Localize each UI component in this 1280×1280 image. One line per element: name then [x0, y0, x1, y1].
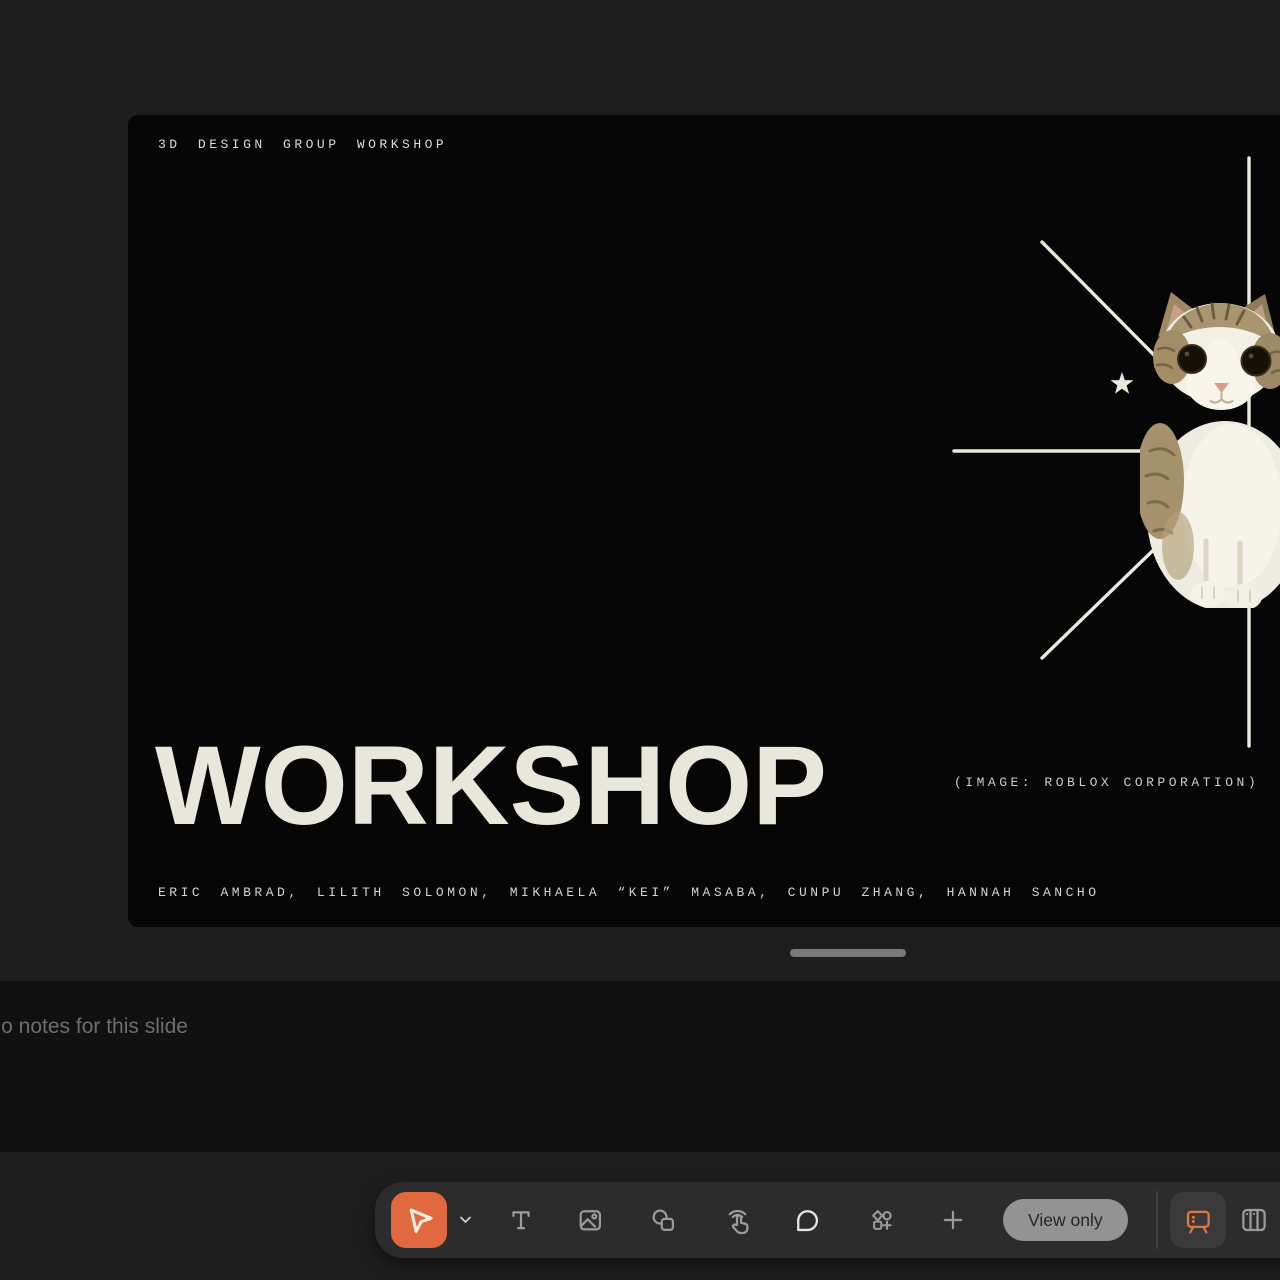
- text-tool-icon: [507, 1206, 535, 1234]
- widgets-icon: [868, 1206, 896, 1234]
- plus-icon: [939, 1206, 967, 1234]
- select-tool-button[interactable]: [391, 1192, 447, 1248]
- star-shape: [1111, 372, 1134, 394]
- image-credit: (IMAGE: ROBLOX CORPORATION): [954, 775, 1259, 790]
- comment-bubble-icon: [793, 1206, 821, 1234]
- image-icon: [576, 1206, 604, 1234]
- shapes-icon: [649, 1206, 677, 1234]
- speaker-notes-panel[interactable]: No notes for this slide: [0, 981, 1280, 1152]
- tool-options-button[interactable]: [453, 1204, 477, 1236]
- widgets-tool-button[interactable]: [864, 1198, 900, 1242]
- shape-tool-button[interactable]: [645, 1198, 681, 1242]
- grid-view-icon: [1239, 1205, 1269, 1235]
- comment-tool-button[interactable]: [789, 1198, 825, 1242]
- notes-placeholder: No notes for this slide: [0, 1015, 188, 1039]
- cursor-icon: [402, 1203, 436, 1237]
- add-tool-button[interactable]: [935, 1198, 971, 1242]
- presentation-easel-icon: [1183, 1205, 1213, 1235]
- slide-authors: ERIC AMBRAD, LILITH SOLOMON, MIKHAELA “K…: [158, 885, 1100, 900]
- interaction-tool-button[interactable]: [719, 1198, 755, 1242]
- app-canvas: 3D DESIGN GROUP WORKSHOP: [0, 0, 1280, 1280]
- image-tool-button[interactable]: [572, 1198, 608, 1242]
- chevron-down-icon: [459, 1216, 472, 1224]
- slide-canvas[interactable]: 3D DESIGN GROUP WORKSHOP: [128, 115, 1280, 927]
- slide-view-toggle-button[interactable]: [1170, 1192, 1226, 1248]
- tap-gesture-icon: [722, 1205, 752, 1235]
- slide-title: WORKSHOP: [155, 730, 827, 842]
- cat-image: [1140, 291, 1280, 608]
- grid-view-toggle-button[interactable]: [1236, 1198, 1272, 1242]
- notes-resize-handle[interactable]: [790, 949, 906, 957]
- text-tool-button[interactable]: [503, 1198, 539, 1242]
- toolbar-separator: [1156, 1191, 1158, 1249]
- view-only-badge[interactable]: View only: [1003, 1199, 1128, 1241]
- bottom-toolbar: View only: [375, 1182, 1280, 1258]
